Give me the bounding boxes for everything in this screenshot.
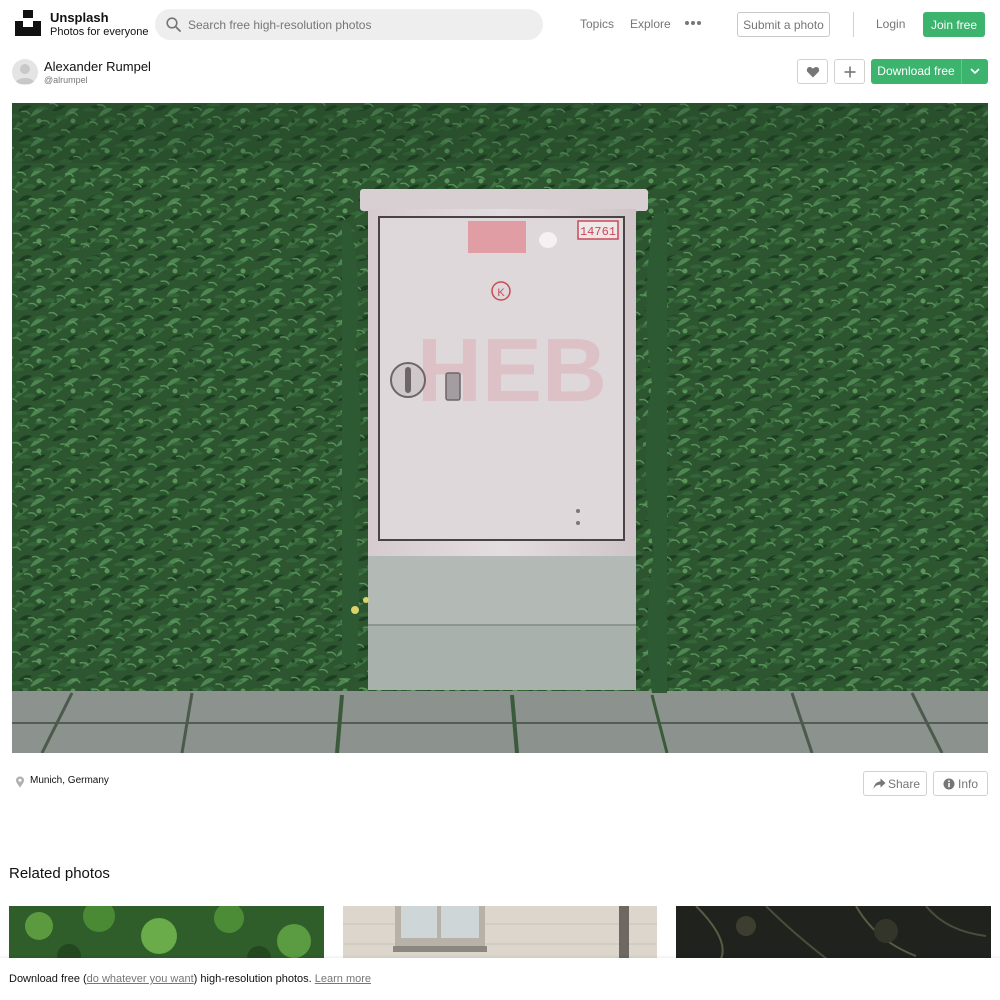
box-number-label: 14761 <box>580 225 616 239</box>
license-text: Download free (do whatever you want) hig… <box>9 973 371 985</box>
plus-icon <box>844 66 856 78</box>
location-label: Munich, Germany <box>30 775 109 786</box>
nav-divider <box>853 12 854 37</box>
login-link[interactable]: Login <box>876 17 905 31</box>
info-icon <box>943 778 955 790</box>
search-input[interactable] <box>188 9 528 40</box>
location-pin-icon <box>16 776 24 788</box>
chevron-down-icon <box>970 68 980 75</box>
nav-topics[interactable]: Topics <box>580 17 614 31</box>
brand[interactable]: Unsplash Photos for everyone <box>50 10 148 40</box>
photo-image: 14761 K HEB <box>12 103 988 753</box>
author-handle[interactable]: @alrumpel <box>44 75 88 85</box>
related-photo-1[interactable] <box>9 906 324 966</box>
unsplash-logo-icon[interactable] <box>15 10 41 36</box>
share-button[interactable]: Share <box>863 771 927 796</box>
user-icon <box>15 64 35 84</box>
like-button[interactable] <box>797 59 828 84</box>
related-photo-image <box>9 906 324 966</box>
share-arrow-icon <box>873 778 886 789</box>
search-bar[interactable] <box>155 9 543 40</box>
license-middle: ) high-resolution photos. <box>193 973 315 985</box>
info-button[interactable]: Info <box>933 771 988 796</box>
related-photo-3[interactable] <box>676 906 991 966</box>
more-options-icon[interactable] <box>685 21 701 26</box>
download-button[interactable]: Download free <box>871 59 961 84</box>
svg-text:K: K <box>497 287 505 299</box>
license-banner: Download free (do whatever you want) hig… <box>0 958 1000 1000</box>
license-link[interactable]: do whatever you want <box>87 973 194 985</box>
info-label: Info <box>958 777 979 791</box>
related-photo-image <box>676 906 991 966</box>
related-photo-2[interactable] <box>343 906 657 966</box>
share-label: Share <box>888 777 921 791</box>
brand-name: Unsplash <box>50 10 109 25</box>
search-icon[interactable] <box>166 17 181 32</box>
related-photo-image <box>343 906 657 966</box>
top-nav: Unsplash Photos for everyone Topics Expl… <box>0 0 1000 50</box>
license-prefix: Download free ( <box>9 973 87 985</box>
heart-icon <box>806 66 820 78</box>
add-to-collection-button[interactable] <box>834 59 865 84</box>
svg-text:HEB: HEB <box>417 321 607 421</box>
download-options-button[interactable] <box>961 59 988 84</box>
avatar[interactable] <box>12 59 38 85</box>
main-photo[interactable]: 14761 K HEB <box>12 103 988 753</box>
submit-photo-button[interactable]: Submit a photo <box>737 12 830 37</box>
learn-more-link[interactable]: Learn more <box>315 973 371 985</box>
brand-tagline: Photos for everyone <box>50 26 149 38</box>
related-photos-heading: Related photos <box>9 865 110 882</box>
join-free-button[interactable]: Join free <box>923 12 985 37</box>
author-name[interactable]: Alexander Rumpel <box>44 59 151 74</box>
nav-explore[interactable]: Explore <box>630 17 671 31</box>
